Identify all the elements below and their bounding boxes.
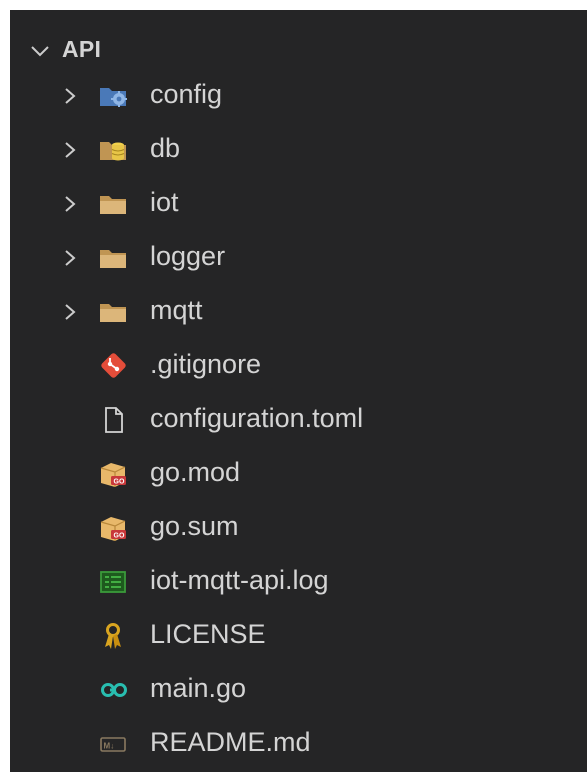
- tree-item-label: db: [150, 133, 181, 163]
- db-folder-icon: [100, 142, 126, 161]
- tree-item-label: go.sum: [150, 511, 239, 541]
- tree-item-label: logger: [150, 241, 226, 271]
- markdown-icon: M↓: [100, 737, 126, 752]
- tree-item-label: config: [150, 79, 223, 109]
- tree-item-label: .gitignore: [150, 349, 262, 379]
- config-folder-icon: [100, 88, 127, 107]
- tree-item-db[interactable]: db: [10, 123, 587, 177]
- go-package-icon: GO: [100, 463, 126, 487]
- tree-item-label: LICENSE: [150, 619, 266, 649]
- tree-item-iot[interactable]: iot: [10, 177, 587, 231]
- git-icon: [101, 353, 126, 378]
- tree-item-configuration-toml[interactable]: configuration.toml: [10, 393, 587, 447]
- tree-item-config[interactable]: config: [10, 69, 587, 123]
- tree-item-main-go[interactable]: main.go: [10, 663, 587, 717]
- tree-item-log-file[interactable]: iot-mqtt-api.log: [10, 555, 587, 609]
- tree-item-label: configuration.toml: [150, 403, 364, 433]
- license-icon: [105, 623, 121, 649]
- go-package-icon: GO: [100, 517, 126, 541]
- tree-item-gitignore[interactable]: .gitignore: [10, 339, 587, 393]
- chevron-down-icon: [31, 46, 49, 57]
- folder-icon: [100, 250, 126, 268]
- tree-item-license[interactable]: LICENSE: [10, 609, 587, 663]
- tree-item-label: iot: [150, 187, 179, 217]
- tree-item-mqtt[interactable]: mqtt: [10, 285, 587, 339]
- tree-item-label: go.mod: [150, 457, 241, 487]
- tree-item-logger[interactable]: logger: [10, 231, 587, 285]
- chevron-right-icon: [65, 142, 76, 158]
- folder-icon: [100, 304, 126, 322]
- folder-icon: [100, 196, 126, 214]
- svg-text:M↓: M↓: [104, 741, 115, 750]
- svg-text:GO: GO: [114, 479, 125, 486]
- explorer-panel: API config db iot logger mqtt .gitignore…: [10, 10, 587, 772]
- tree-item-go-mod[interactable]: GO go.mod: [10, 447, 587, 501]
- file-icon: [105, 407, 123, 433]
- tree-item-readme[interactable]: M↓ README.md: [10, 717, 587, 771]
- chevron-right-icon: [65, 196, 76, 212]
- tree-item-go-sum[interactable]: GO go.sum: [10, 501, 587, 555]
- tree-item-label: mqtt: [150, 295, 203, 325]
- section-title: API: [62, 36, 102, 62]
- chevron-right-icon: [65, 88, 76, 104]
- tree-item-label: iot-mqtt-api.log: [150, 565, 329, 595]
- log-icon: [100, 571, 126, 593]
- go-icon: [101, 683, 127, 697]
- chevron-right-icon: [65, 304, 76, 320]
- tree-item-label: README.md: [150, 727, 311, 757]
- svg-text:GO: GO: [114, 533, 125, 540]
- tree-item-label: main.go: [150, 673, 247, 703]
- chevron-right-icon: [65, 250, 76, 266]
